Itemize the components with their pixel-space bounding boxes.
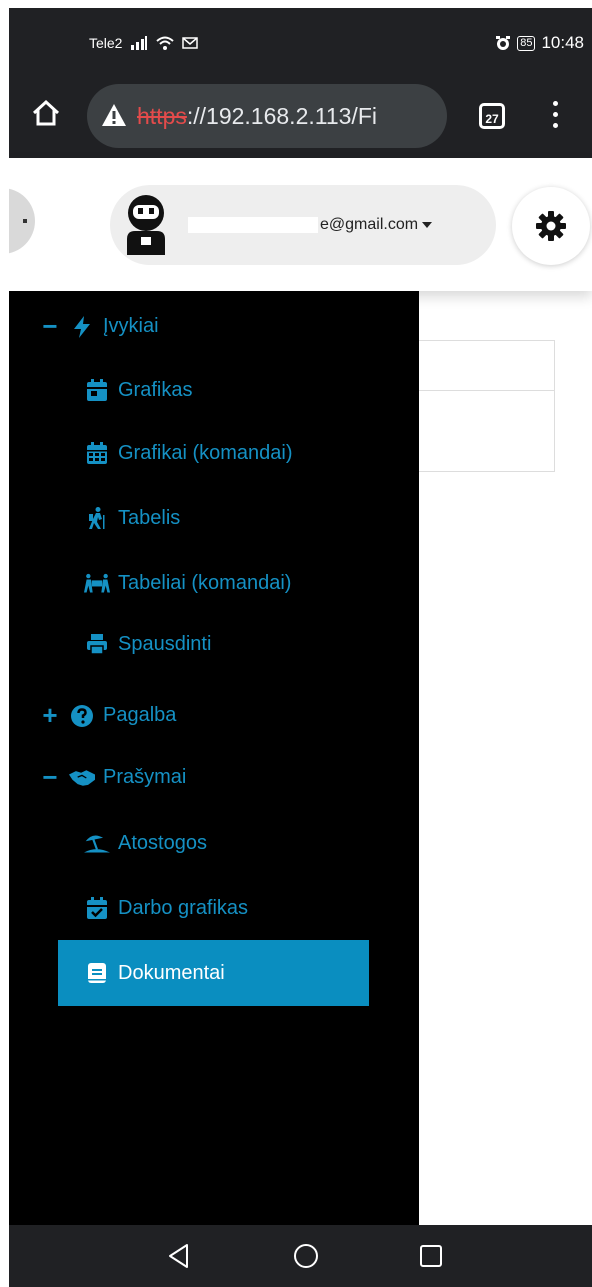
menu-item-spausdinti[interactable]: Spausdinti — [84, 632, 211, 656]
menu-group-label: Prašymai — [103, 766, 187, 788]
sidebar-menu: − Įvykiai Grafikas Grafikai (komandai) T… — [9, 291, 419, 1225]
menu-item-atostogos[interactable]: Atostogos — [84, 831, 207, 855]
bolt-icon — [74, 315, 90, 338]
back-icon[interactable] — [167, 1243, 191, 1269]
url-text[interactable]: https://192.168.2.113/Fi — [137, 103, 437, 130]
menu-group-prasymai[interactable]: − Prašymai — [37, 762, 186, 793]
menu-item-dokumentai[interactable]: Dokumentai — [58, 940, 369, 1006]
url-bar[interactable]: https://192.168.2.113/Fi — [87, 84, 447, 148]
signal-icon — [131, 36, 148, 50]
menu-item-tabeliai-komandai[interactable]: Tabeliai (komandai) — [84, 571, 291, 595]
handshake-icon — [69, 769, 95, 786]
clock-label: 10:48 — [541, 33, 584, 52]
wifi-icon — [156, 36, 175, 50]
user-menu-dropdown[interactable]: e@gmail.com — [110, 185, 496, 265]
url-scheme: https — [137, 103, 187, 129]
collapse-toggle[interactable]: − — [37, 762, 63, 793]
menu-item-label: Tabelis — [118, 506, 181, 529]
book-icon — [88, 963, 106, 983]
page-header: e@gmail.com — [9, 158, 592, 291]
expand-toggle[interactable]: + — [37, 700, 63, 731]
hiking-person-icon — [89, 507, 105, 529]
menu-group-label: Pagalba — [103, 704, 177, 726]
user-email-text: e@gmail.com — [320, 216, 419, 233]
status-left: Tele2 — [89, 35, 199, 51]
sidebar-toggle-button[interactable] — [9, 188, 35, 254]
umbrella-beach-icon — [84, 835, 110, 853]
user-avatar-icon — [127, 195, 165, 255]
calendar-day-icon — [87, 379, 107, 401]
menu-item-grafikas[interactable]: Grafikas — [84, 378, 192, 402]
menu-item-label: Grafikas — [118, 378, 193, 401]
caret-down-icon — [422, 221, 433, 228]
menu-item-label: Darbo grafikas — [118, 896, 249, 919]
more-options-icon[interactable] — [549, 101, 561, 133]
gear-icon — [536, 211, 566, 241]
menu-group-pagalba[interactable]: + Pagalba — [37, 700, 176, 731]
question-circle-icon — [71, 704, 93, 727]
tab-switcher-button[interactable]: 27 — [479, 103, 505, 129]
settings-button[interactable] — [512, 187, 590, 265]
menu-group-label: Įvykiai — [103, 315, 159, 337]
email-redaction — [188, 216, 318, 233]
home-circle-icon[interactable] — [293, 1243, 319, 1269]
recents-icon[interactable] — [419, 1244, 443, 1268]
warning-icon[interactable] — [101, 103, 127, 127]
calendar-check-icon — [87, 897, 107, 919]
collapse-toggle[interactable]: − — [37, 311, 63, 342]
menu-group-ivykiai[interactable]: − Įvykiai — [37, 311, 159, 342]
screen: Tele2 85 10:48 https://192.168.2.113/Fi … — [9, 8, 592, 1287]
home-icon[interactable] — [31, 98, 61, 128]
menu-item-label: Tabeliai (komandai) — [118, 571, 292, 594]
url-host: ://192.168.2.113/Fi — [186, 103, 377, 129]
menu-item-label: Grafikai (komandai) — [118, 441, 293, 464]
browser-toolbar: https://192.168.2.113/Fi 27 — [9, 76, 592, 158]
menu-item-grafikai-komandai[interactable]: Grafikai (komandai) — [84, 441, 293, 465]
menu-item-label: Dokumentai — [118, 961, 225, 984]
status-right: 85 10:48 — [495, 33, 584, 53]
menu-item-label: Spausdinti — [118, 632, 212, 655]
print-icon — [87, 634, 107, 655]
battery-indicator: 85 — [517, 35, 536, 51]
carrier-label: Tele2 — [89, 35, 123, 51]
user-email[interactable]: e@gmail.com — [188, 216, 433, 234]
calendar-grid-icon — [87, 442, 107, 464]
menu-item-label: Atostogos — [118, 831, 207, 854]
people-carry-icon — [84, 573, 110, 593]
alarm-icon — [496, 36, 511, 50]
background-table — [414, 340, 555, 472]
mail-icon — [182, 37, 199, 49]
menu-item-darbo-grafikas[interactable]: Darbo grafikas — [84, 896, 248, 920]
menu-item-tabelis[interactable]: Tabelis — [84, 506, 180, 530]
status-bar: Tele2 85 10:48 — [9, 8, 592, 76]
system-nav-bar — [9, 1225, 592, 1287]
